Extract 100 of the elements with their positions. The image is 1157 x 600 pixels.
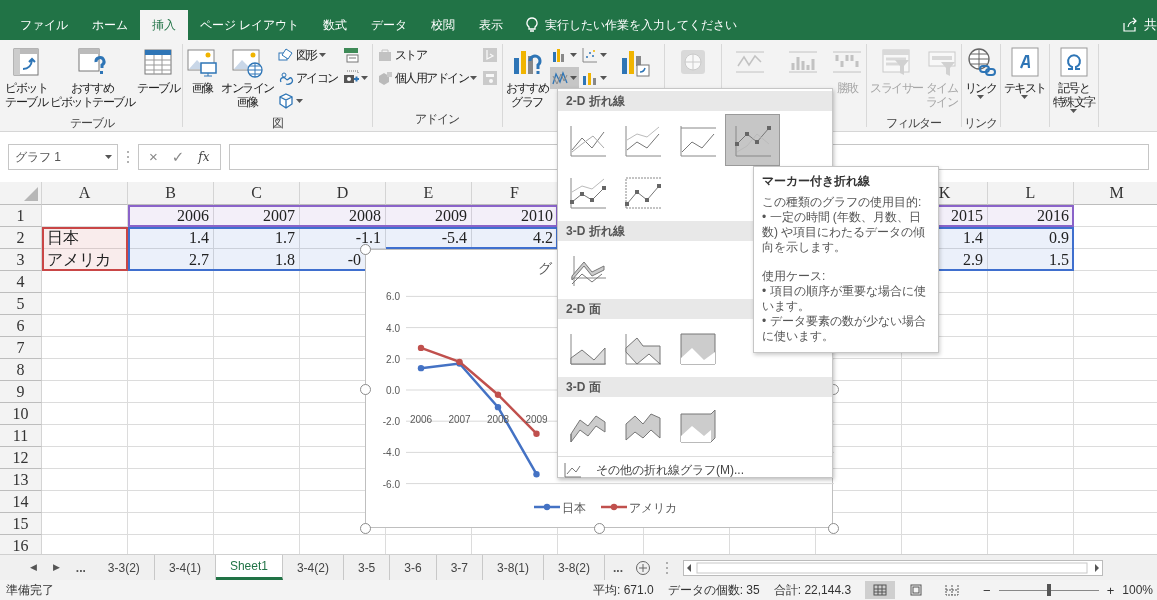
ribbon-button[interactable]	[550, 67, 579, 89]
camera-icon	[342, 70, 359, 86]
tell-me-field[interactable]: 実行したい作業を入力してください	[543, 15, 774, 35]
column-header[interactable]: C	[214, 182, 300, 205]
ribbon-button[interactable]: テキスト	[1002, 44, 1047, 116]
ribbon-button[interactable]: 図形	[275, 44, 340, 66]
row-header[interactable]: 11	[0, 425, 42, 447]
name-box-field[interactable]: グラフ 1	[8, 144, 118, 170]
sheet-tab[interactable]: Sheet1	[215, 555, 283, 580]
column-header[interactable]: D	[300, 182, 386, 205]
ribbon-tab[interactable]: 校閲	[419, 10, 468, 40]
x-axis-label: 2006	[409, 414, 433, 425]
row-header[interactable]: 1	[0, 205, 42, 227]
table-cell: 2016	[988, 205, 1074, 227]
zoom-out-button[interactable]: −	[981, 583, 993, 597]
caret-icon	[600, 53, 607, 57]
table-icon	[142, 46, 174, 78]
zoom-in-button[interactable]: +	[1104, 583, 1117, 597]
table-cell: 2.7	[128, 249, 214, 271]
tooltip-title: マーカー付き折れ線	[762, 174, 871, 189]
status-text: 平均: 671.0	[593, 582, 654, 599]
ribbon-button[interactable]: 記号と特殊文字	[1051, 44, 1096, 116]
table-cell: -5.4	[386, 227, 472, 249]
enter-button[interactable]: ✓	[171, 145, 185, 169]
table-cell: 2006	[128, 205, 214, 227]
row-header[interactable]: 13	[0, 469, 42, 491]
ribbon-button[interactable]: おすすめピボットテーブル	[49, 44, 135, 116]
status-text: 合計: 22,144.3	[773, 582, 852, 599]
row-header[interactable]: 14	[0, 491, 42, 513]
table-cell: 日本	[42, 227, 128, 249]
group-label: リンク	[963, 116, 998, 131]
row-header[interactable]: 8	[0, 359, 42, 381]
ribbon-tab[interactable]: ページ レイアウト	[188, 10, 312, 40]
select-all-icon	[24, 187, 38, 201]
column-header[interactable]: A	[42, 182, 128, 205]
row-header[interactable]: 6	[0, 315, 42, 337]
ribbon-tab[interactable]: 挿入	[140, 10, 188, 40]
sheet-nav-button[interactable]: ◀	[22, 555, 45, 580]
menu-item[interactable]: その他の折れ線グラフ(M)...	[558, 456, 832, 483]
view-button[interactable]	[865, 581, 896, 599]
chart-title: グ	[538, 260, 552, 276]
ribbon-button[interactable]: テーブル	[136, 44, 180, 116]
resize-handle[interactable]	[828, 523, 839, 534]
row-header[interactable]: 12	[0, 447, 42, 469]
row-header[interactable]: 4	[0, 271, 42, 293]
page-icon	[909, 584, 924, 596]
row-header[interactable]: 15	[0, 513, 42, 535]
sheet-nav-button[interactable]: ...	[605, 555, 632, 580]
ribbon-button[interactable]: リンク	[963, 44, 998, 116]
caret-icon	[1070, 109, 1077, 113]
group-label: 図	[270, 116, 284, 131]
table-cell: 2007	[214, 205, 300, 227]
sketch-icon	[277, 70, 294, 86]
sheet-nav-button[interactable]: ...	[67, 555, 94, 580]
column-header[interactable]: L	[988, 182, 1074, 205]
column-header[interactable]: E	[386, 182, 472, 205]
legend-label: 日本	[562, 501, 586, 515]
ribbon-tab[interactable]: 数式	[311, 10, 360, 40]
line-chart-icon	[552, 70, 568, 86]
caret-icon	[295, 99, 303, 103]
row-header[interactable]: 9	[0, 381, 42, 403]
row-header[interactable]: 2	[0, 227, 42, 249]
resize-handle[interactable]	[594, 523, 605, 534]
insert-function-button[interactable]: fx	[198, 148, 210, 166]
y-axis-label: 0.0	[386, 385, 400, 396]
ribbon-tab[interactable]: データ	[359, 10, 420, 40]
ribbon-button[interactable]: オンライン画像	[220, 44, 275, 116]
resize-handle[interactable]	[360, 244, 371, 255]
ribbon-tab[interactable]: 表示	[467, 10, 516, 40]
ribbon-button[interactable]: 画像	[185, 44, 219, 116]
data-point	[417, 364, 425, 372]
table-cell: -1.1	[300, 227, 386, 249]
row-header[interactable]: 16	[0, 535, 42, 554]
ribbon-button[interactable]: ピボットテーブル	[4, 44, 48, 116]
resize-handle[interactable]	[360, 383, 371, 395]
column-header[interactable]: B	[128, 182, 214, 205]
table-cell: 1.5	[988, 249, 1074, 271]
resize-handle[interactable]	[360, 523, 371, 534]
table-cell: 0.9	[988, 227, 1074, 249]
caret-icon	[1021, 95, 1028, 99]
row-header[interactable]: 10	[0, 403, 42, 425]
ribbon-tab[interactable]: ファイル	[8, 10, 80, 40]
ribbon-button[interactable]: おすすめグラフ	[505, 44, 549, 116]
column-header[interactable]: F	[472, 182, 558, 205]
sheet-nav-button[interactable]: ▶	[44, 555, 68, 580]
table-cell: 4.2	[472, 227, 558, 249]
column-header[interactable]: M	[1074, 182, 1157, 205]
chart-type-option[interactable]	[725, 114, 780, 166]
ribbon-button[interactable]: アイコン	[275, 67, 340, 89]
cancel-button[interactable]: ×	[149, 145, 158, 169]
omega-icon	[1057, 46, 1090, 78]
row-header[interactable]: 7	[0, 337, 42, 359]
row-header[interactable]: 3	[0, 249, 42, 271]
row-header[interactable]: 5	[0, 293, 42, 315]
text-box-icon	[1008, 46, 1041, 78]
group-label: テーブル	[69, 116, 116, 131]
slider-thumb[interactable]	[1046, 584, 1051, 596]
ribbon-tab[interactable]: ホーム	[80, 10, 140, 40]
caret-icon	[318, 53, 326, 57]
lightbulb-icon	[525, 17, 540, 33]
